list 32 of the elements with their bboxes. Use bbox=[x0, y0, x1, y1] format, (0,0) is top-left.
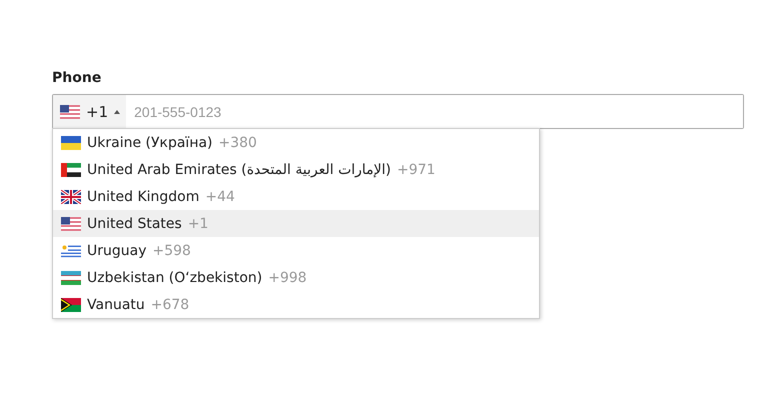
country-name: Uruguay bbox=[87, 242, 146, 258]
flag-icon bbox=[61, 216, 81, 230]
flag-icon bbox=[61, 136, 81, 150]
country-name: United Kingdom bbox=[87, 188, 200, 204]
country-name: Vanuatu bbox=[87, 296, 145, 312]
country-option[interactable]: Uzbekistan (Oʻzbekiston) +998 bbox=[53, 264, 539, 291]
flag-icon bbox=[61, 162, 81, 176]
dial-code: +678 bbox=[150, 296, 190, 312]
dial-code: +971 bbox=[397, 162, 436, 178]
country-option[interactable]: United Kingdom +44 bbox=[53, 183, 539, 210]
phone-field[interactable]: +1 201-555-0123 bbox=[52, 94, 744, 129]
dial-code: +44 bbox=[205, 188, 235, 204]
country-name: United States bbox=[87, 216, 182, 232]
flag-icon bbox=[61, 190, 81, 204]
caret-icon bbox=[114, 110, 120, 114]
country-option[interactable]: United States +1 bbox=[53, 210, 539, 237]
country-option[interactable]: Vanuatu +678 bbox=[53, 291, 539, 318]
flag-icon bbox=[60, 104, 80, 118]
country-dropdown[interactable]: +1 bbox=[53, 95, 126, 128]
country-option[interactable]: Uruguay +598 bbox=[53, 237, 539, 264]
field-label: Phone bbox=[52, 70, 102, 86]
country-name: Ukraine (Україна) bbox=[87, 134, 213, 150]
flag-icon bbox=[61, 298, 81, 312]
dial-code: +1 bbox=[188, 216, 208, 232]
country-option[interactable]: Ukraine (Україна) +380 bbox=[53, 129, 539, 156]
flag-icon bbox=[61, 270, 81, 284]
dial-code: +598 bbox=[152, 242, 191, 258]
flag-icon bbox=[61, 244, 81, 258]
country-name: Uzbekistan (Oʻzbekiston) bbox=[87, 270, 262, 286]
dial-code: +380 bbox=[218, 134, 257, 150]
dial-code: +998 bbox=[268, 270, 307, 286]
country-name: United Arab Emirates (الإمارات العربية المتحدة) bbox=[87, 162, 392, 178]
